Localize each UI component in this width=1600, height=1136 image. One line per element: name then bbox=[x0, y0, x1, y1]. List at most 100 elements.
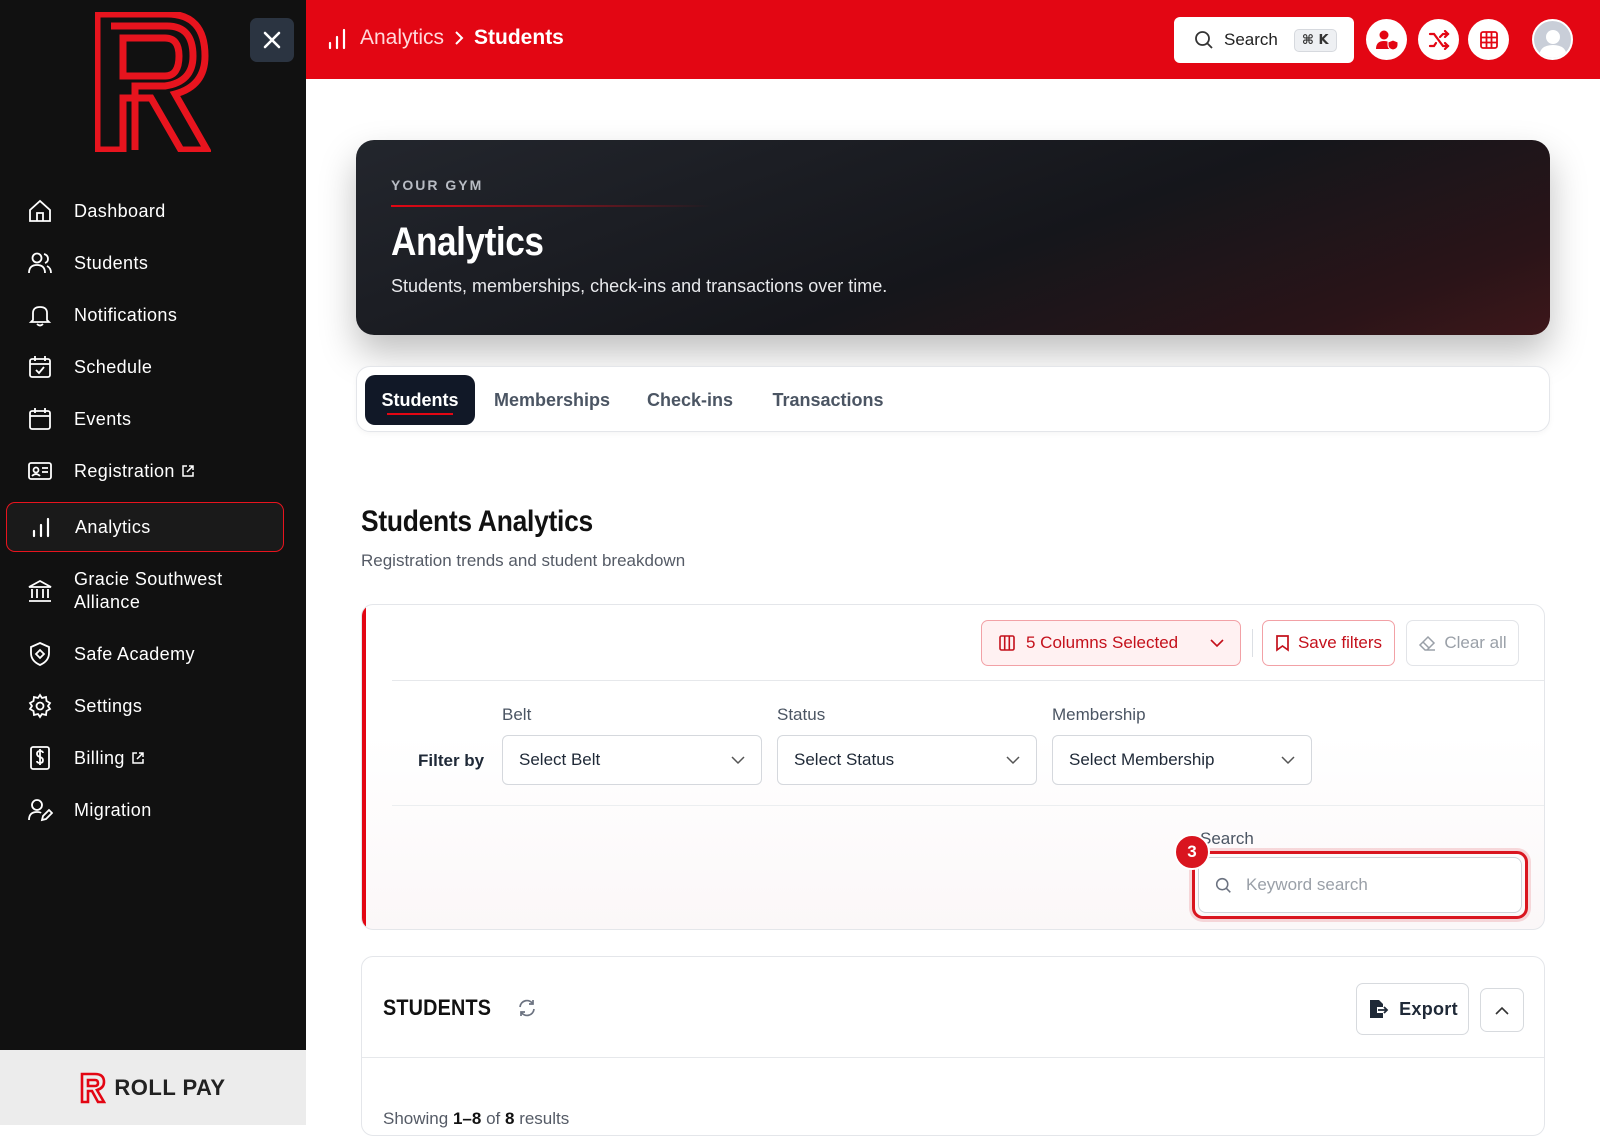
tab-transactions[interactable]: Transactions bbox=[763, 375, 893, 425]
sidebar-item-safe-academy[interactable]: Safe Academy bbox=[6, 633, 284, 675]
keyword-search-placeholder: Keyword search bbox=[1246, 875, 1368, 894]
results-total: 8 bbox=[504, 1109, 515, 1128]
sidebar-item-settings[interactable]: Settings bbox=[6, 685, 284, 727]
close-sidebar-button[interactable] bbox=[250, 18, 294, 62]
belt-label: Belt bbox=[502, 705, 532, 724]
save-filters-button[interactable]: Save filters bbox=[1262, 620, 1395, 666]
section-title: Students Analytics bbox=[361, 505, 593, 538]
sidebar-item-label: Events bbox=[74, 408, 132, 429]
tab-students[interactable]: Students bbox=[365, 375, 475, 425]
toolbar-divider bbox=[1252, 629, 1253, 657]
tab-memberships[interactable]: Memberships bbox=[487, 375, 617, 425]
sidebar: Dashboard Students Notifications Schedul… bbox=[0, 0, 306, 1125]
clear-all-label: Clear all bbox=[1444, 633, 1507, 652]
sidebar-item-analytics[interactable]: Analytics bbox=[6, 502, 284, 552]
sidebar-item-label: Billing bbox=[74, 747, 125, 768]
divider bbox=[392, 680, 1544, 681]
collapse-button[interactable] bbox=[1480, 988, 1524, 1032]
columns-select-label: 5 Columns Selected bbox=[1026, 633, 1179, 652]
belt-select-value: Select Belt bbox=[519, 750, 601, 769]
keyword-search-input[interactable]: Keyword search bbox=[1198, 857, 1522, 913]
chevron-up-icon bbox=[1495, 1006, 1509, 1015]
hero-banner: YOUR GYM Analytics Students, memberships… bbox=[356, 140, 1550, 335]
users-icon bbox=[26, 249, 54, 277]
step-badge: 3 bbox=[1174, 834, 1210, 870]
sidebar-item-migration[interactable]: Migration bbox=[6, 789, 284, 831]
external-link-icon bbox=[181, 464, 195, 478]
results-range: 1–8 bbox=[452, 1109, 482, 1128]
sidebar-item-schedule[interactable]: Schedule bbox=[6, 346, 284, 388]
sidebar-item-label: Safe Academy bbox=[74, 643, 195, 664]
grid-app-button[interactable] bbox=[1468, 19, 1509, 60]
columns-select-button[interactable]: 5 Columns Selected bbox=[981, 620, 1241, 666]
status-label: Status bbox=[777, 705, 826, 724]
refresh-icon[interactable] bbox=[517, 998, 537, 1018]
chevron-down-icon bbox=[1210, 638, 1224, 648]
sidebar-item-label: Analytics bbox=[75, 516, 151, 537]
roll-logo-icon[interactable] bbox=[95, 12, 211, 152]
bell-icon bbox=[26, 301, 54, 329]
export-button[interactable]: Export bbox=[1356, 983, 1469, 1035]
students-panel: STUDENTS Export Showing 1–8 of 8 results bbox=[361, 956, 1545, 1136]
belt-select[interactable]: Select Belt bbox=[502, 735, 762, 785]
grid-icon bbox=[1479, 30, 1498, 49]
filter-panel: 5 Columns Selected Save filters Clear al… bbox=[361, 604, 1545, 930]
topbar: Analytics Students Search ⌘ K bbox=[306, 0, 1600, 79]
chevron-down-icon bbox=[1281, 755, 1295, 765]
sidebar-item-dashboard[interactable]: Dashboard bbox=[6, 190, 284, 232]
sidebar-item-label: Students bbox=[74, 252, 149, 273]
search-icon bbox=[1215, 877, 1231, 893]
bookmark-icon bbox=[1276, 635, 1289, 652]
search-label: Search bbox=[1224, 30, 1278, 49]
students-panel-title: STUDENTS bbox=[383, 995, 492, 1020]
bank-icon bbox=[26, 577, 54, 605]
user-edit-icon bbox=[26, 796, 54, 824]
breadcrumb-current: Students bbox=[474, 26, 564, 49]
sidebar-item-registration[interactable]: Registration bbox=[6, 450, 284, 492]
sidebar-item-events[interactable]: Events bbox=[6, 398, 284, 440]
results-count: Showing 1–8 of 8 results bbox=[383, 1109, 569, 1129]
calendar-check-icon bbox=[26, 353, 54, 381]
calendar-icon bbox=[26, 405, 54, 433]
analytics-tabs: Students Memberships Check-ins Transacti… bbox=[356, 366, 1550, 432]
membership-select-value: Select Membership bbox=[1069, 750, 1215, 769]
sidebar-item-billing[interactable]: Billing bbox=[6, 737, 284, 779]
chevron-down-icon bbox=[731, 755, 745, 765]
chevron-right-icon bbox=[454, 30, 464, 46]
students-panel-header: STUDENTS bbox=[383, 995, 537, 1021]
user-avatar-icon bbox=[1538, 30, 1567, 58]
shuffle-icon bbox=[1428, 29, 1450, 50]
sidebar-item-notifications[interactable]: Notifications bbox=[6, 294, 284, 336]
sidebar-item-label: Settings bbox=[74, 695, 143, 716]
gear-icon bbox=[26, 692, 54, 720]
sidebar-item-students[interactable]: Students bbox=[6, 242, 284, 284]
bar-chart-icon bbox=[27, 513, 55, 541]
export-label: Export bbox=[1399, 998, 1458, 1019]
export-file-icon bbox=[1370, 1000, 1389, 1018]
shield-icon bbox=[26, 640, 54, 668]
status-select[interactable]: Select Status bbox=[777, 735, 1037, 785]
columns-icon bbox=[999, 635, 1015, 651]
user-shield-button[interactable] bbox=[1366, 19, 1407, 60]
avatar[interactable] bbox=[1532, 19, 1573, 60]
external-link-icon bbox=[131, 751, 145, 765]
shortcut-hint: ⌘ K bbox=[1293, 28, 1337, 52]
sidebar-item-label: Schedule bbox=[74, 356, 153, 377]
bar-chart-icon bbox=[326, 26, 348, 50]
user-shield-icon bbox=[1375, 30, 1398, 51]
close-icon bbox=[263, 31, 281, 49]
sidebar-item-label: Dashboard bbox=[74, 200, 166, 221]
roll-pay-footer[interactable]: ROLL PAY bbox=[0, 1050, 306, 1125]
home-icon bbox=[26, 197, 54, 225]
clear-all-button[interactable]: Clear all bbox=[1406, 620, 1519, 666]
membership-select[interactable]: Select Membership bbox=[1052, 735, 1312, 785]
hero-eyebrow: YOUR GYM bbox=[391, 177, 484, 193]
accent-bar bbox=[362, 605, 366, 929]
tab-check-ins[interactable]: Check-ins bbox=[635, 375, 745, 425]
breadcrumb-parent[interactable]: Analytics bbox=[360, 26, 444, 50]
shuffle-button[interactable] bbox=[1418, 19, 1459, 60]
sidebar-item-gracie-southwest-alliance[interactable]: Gracie Southwest Alliance bbox=[6, 566, 284, 616]
hero-divider bbox=[391, 205, 711, 207]
membership-label: Membership bbox=[1052, 705, 1146, 724]
global-search-button[interactable]: Search ⌘ K bbox=[1174, 17, 1354, 63]
